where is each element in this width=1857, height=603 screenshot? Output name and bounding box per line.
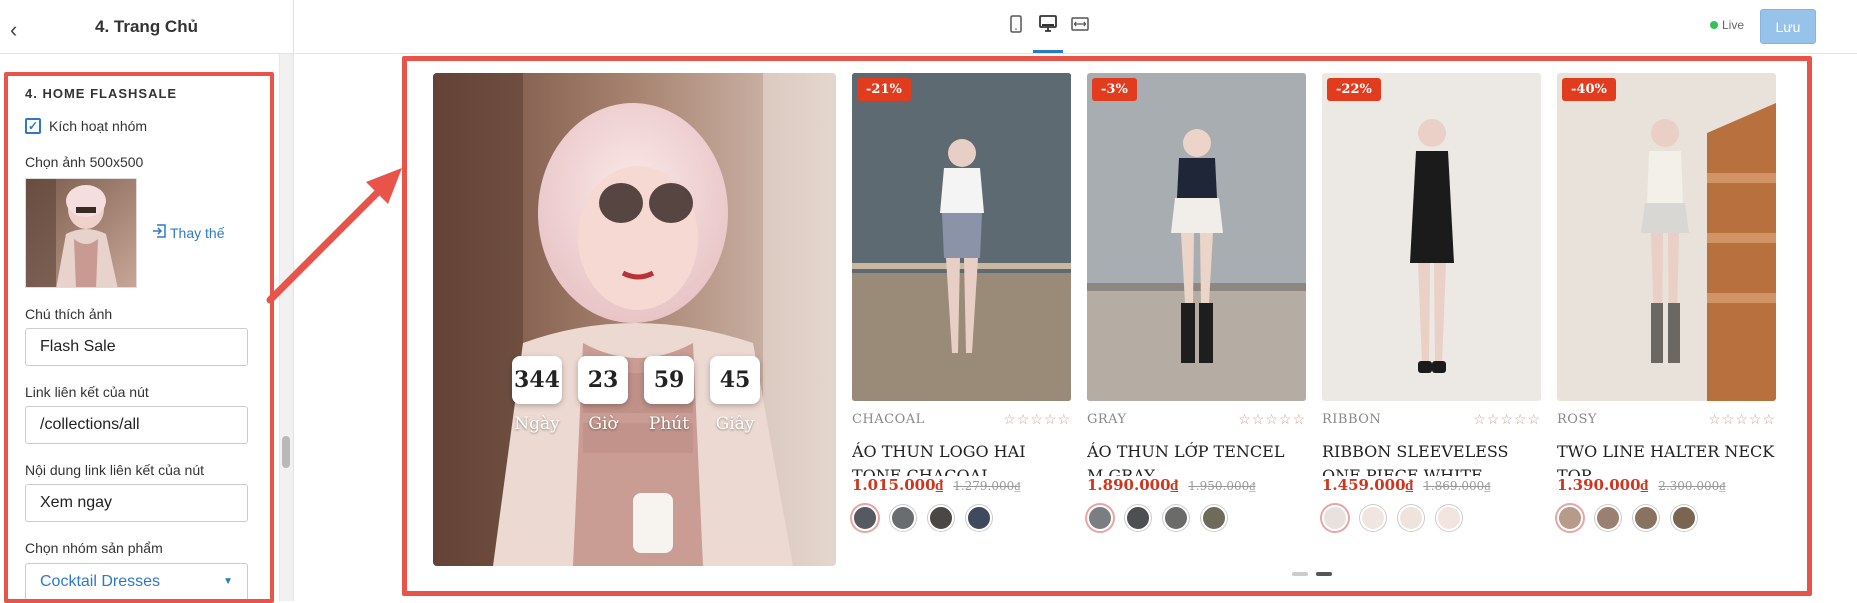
countdown-minutes: 59 Phút bbox=[644, 356, 694, 434]
discount-badge: -21% bbox=[857, 78, 911, 101]
fullwidth-icon bbox=[1071, 17, 1089, 31]
countdown-minutes-label: Phút bbox=[648, 414, 690, 434]
device-switcher bbox=[1005, 12, 1091, 53]
desktop-view-button[interactable] bbox=[1033, 12, 1063, 53]
countdown-seconds-value: 45 bbox=[710, 356, 760, 404]
sidebar-header: ‹ 4. Trang Chủ bbox=[0, 0, 293, 54]
variant-swatch[interactable] bbox=[966, 505, 992, 531]
live-indicator: Live bbox=[1710, 18, 1744, 32]
variant-swatch[interactable] bbox=[1671, 505, 1697, 531]
variant-swatches bbox=[1322, 505, 1541, 531]
save-button[interactable]: Lưu bbox=[1760, 9, 1816, 44]
product-price: 1.890.000₫ bbox=[1087, 476, 1179, 494]
mobile-view-button[interactable] bbox=[1005, 12, 1027, 36]
carousel-pagination bbox=[1292, 572, 1332, 576]
discount-badge: -40% bbox=[1562, 78, 1616, 101]
product-price: 1.459.000₫ bbox=[1322, 476, 1414, 494]
countdown-seconds-label: Giây bbox=[715, 414, 755, 434]
product-image[interactable]: -21% bbox=[852, 73, 1071, 401]
annotation-arrow bbox=[266, 168, 402, 304]
product-card[interactable]: -3% GRAY ☆☆☆☆☆ ÁO THUN LỚP Tencel M.GRAY… bbox=[1087, 73, 1306, 531]
product-name[interactable]: ÁO THUN LOGO HAI TONE CHACOAL bbox=[852, 440, 1071, 476]
live-label: Live bbox=[1722, 18, 1745, 32]
product-old-price: 1.279.000₫ bbox=[953, 479, 1021, 493]
countdown-minutes-value: 59 bbox=[644, 356, 694, 404]
variant-swatch[interactable] bbox=[1125, 505, 1151, 531]
variant-swatch[interactable] bbox=[1398, 505, 1424, 531]
flashsale-hero-image[interactable] bbox=[433, 73, 836, 566]
carousel-dot-active[interactable] bbox=[1316, 572, 1332, 576]
product-color: CHACOAL bbox=[852, 412, 925, 427]
product-image[interactable]: -22% bbox=[1322, 73, 1541, 401]
variant-swatches bbox=[1557, 505, 1776, 531]
variant-swatch[interactable] bbox=[890, 505, 916, 531]
product-old-price: 1.869.000₫ bbox=[1423, 479, 1491, 493]
product-name[interactable]: ÁO THUN LỚP Tencel M.GRAY bbox=[1087, 440, 1306, 476]
scrollbar-thumb[interactable] bbox=[282, 436, 290, 468]
countdown-hours-value: 23 bbox=[578, 356, 628, 404]
mobile-icon bbox=[1010, 15, 1022, 33]
product-image[interactable]: -40% bbox=[1557, 73, 1776, 401]
variant-swatch[interactable] bbox=[1163, 505, 1189, 531]
desktop-icon bbox=[1039, 15, 1057, 32]
variant-swatches bbox=[852, 505, 1071, 531]
product-image[interactable]: -3% bbox=[1087, 73, 1306, 401]
rating-stars-icon: ☆☆☆☆☆ bbox=[1708, 411, 1776, 427]
back-chevron-icon[interactable]: ‹ bbox=[10, 17, 17, 43]
variant-swatch[interactable] bbox=[1087, 505, 1113, 531]
rating-stars-icon: ☆☆☆☆☆ bbox=[1238, 411, 1306, 427]
product-name[interactable]: TWO LINE HALTER NECK TOP bbox=[1557, 440, 1776, 476]
product-card[interactable]: -22% RIBBON ☆☆☆☆☆ RIBBON SLEEVELESS ONE … bbox=[1322, 73, 1541, 531]
countdown-days-label: Ngày bbox=[514, 414, 560, 434]
discount-badge: -3% bbox=[1092, 78, 1137, 101]
flashsale-countdown: 344 Ngày 23 Giờ 59 Phút 45 Giây bbox=[512, 356, 760, 434]
fullwidth-view-button[interactable] bbox=[1069, 12, 1091, 36]
product-color: ROSY bbox=[1557, 412, 1597, 427]
countdown-seconds: 45 Giây bbox=[710, 356, 760, 434]
countdown-hours: 23 Giờ bbox=[578, 356, 628, 434]
live-status-dot bbox=[1710, 21, 1718, 29]
product-card[interactable]: -40% ROSY ☆☆☆☆☆ TWO LINE HALTER NECK TOP… bbox=[1557, 73, 1776, 531]
variant-swatch[interactable] bbox=[852, 505, 878, 531]
variant-swatch[interactable] bbox=[1360, 505, 1386, 531]
product-name[interactable]: RIBBON SLEEVELESS ONE PIECE WHITE bbox=[1322, 440, 1541, 476]
sidebar-title: 4. Trang Chủ bbox=[95, 16, 198, 36]
variant-swatch[interactable] bbox=[1322, 505, 1348, 531]
rating-stars-icon: ☆☆☆☆☆ bbox=[1473, 411, 1541, 427]
sidebar-highlight-box bbox=[4, 72, 274, 603]
sidebar-scrollbar[interactable] bbox=[279, 54, 293, 601]
product-old-price: 1.950.000₫ bbox=[1188, 479, 1256, 493]
countdown-days: 344 Ngày bbox=[512, 356, 562, 434]
product-price: 1.015.000₫ bbox=[852, 476, 944, 494]
product-color: GRAY bbox=[1087, 412, 1127, 427]
variant-swatch[interactable] bbox=[1557, 505, 1583, 531]
countdown-hours-label: Giờ bbox=[588, 414, 618, 434]
variant-swatch[interactable] bbox=[1633, 505, 1659, 531]
variant-swatch[interactable] bbox=[1436, 505, 1462, 531]
discount-badge: -22% bbox=[1327, 78, 1381, 101]
product-color: RIBBON bbox=[1322, 412, 1382, 427]
rating-stars-icon: ☆☆☆☆☆ bbox=[1003, 411, 1071, 427]
variant-swatch[interactable] bbox=[928, 505, 954, 531]
product-price: 1.390.000₫ bbox=[1557, 476, 1649, 494]
product-old-price: 2.300.000₫ bbox=[1658, 479, 1726, 493]
variant-swatch[interactable] bbox=[1595, 505, 1621, 531]
carousel-dot[interactable] bbox=[1292, 572, 1308, 576]
product-card[interactable]: -21% CHACOAL ☆☆☆☆☆ ÁO THUN LOGO HAI TONE… bbox=[852, 73, 1071, 531]
countdown-days-value: 344 bbox=[512, 356, 562, 404]
variant-swatch[interactable] bbox=[1201, 505, 1227, 531]
variant-swatches bbox=[1087, 505, 1306, 531]
